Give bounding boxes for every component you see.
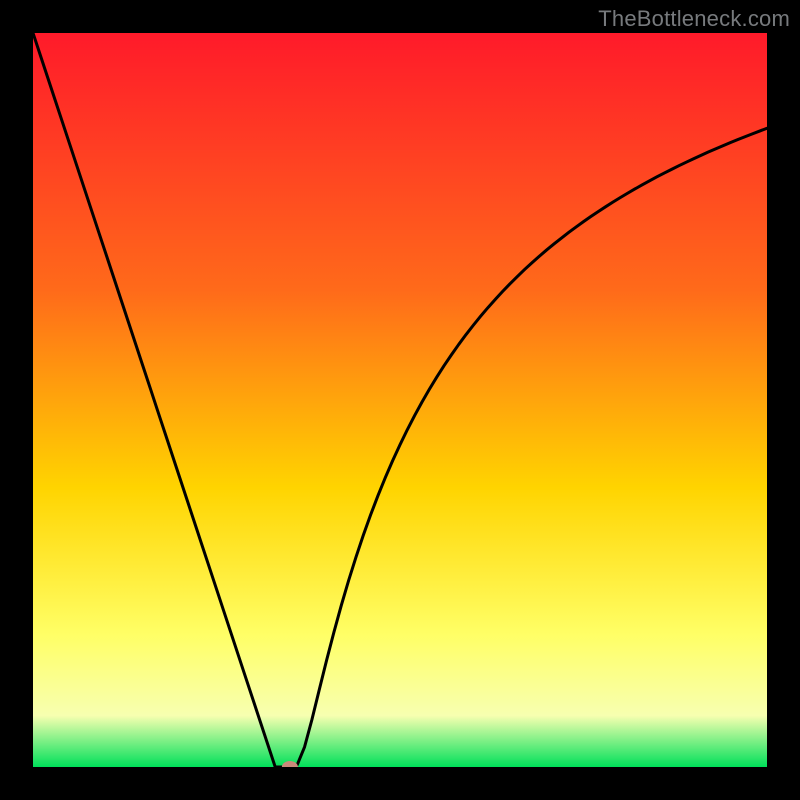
plot-svg xyxy=(33,33,767,767)
plot-area xyxy=(33,33,767,767)
watermark-text: TheBottleneck.com xyxy=(598,6,790,32)
gradient-background xyxy=(33,33,767,767)
chart-stage: TheBottleneck.com xyxy=(0,0,800,800)
